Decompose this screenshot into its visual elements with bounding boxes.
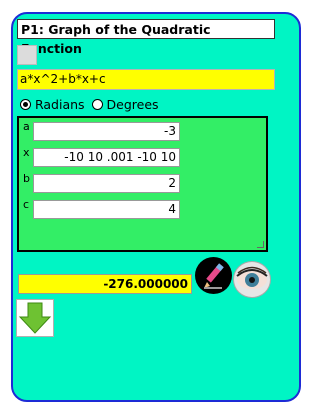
- down-button[interactable]: [16, 299, 54, 337]
- variable-name: b: [23, 172, 30, 185]
- angle-mode-group: Radians Degrees: [20, 97, 159, 112]
- variable-row-x: x -10 10 .001 -10 10: [19, 144, 266, 167]
- resize-grip[interactable]: [257, 241, 264, 248]
- eye-icon: [236, 266, 268, 289]
- variable-name: c: [23, 198, 30, 211]
- pen-button[interactable]: [195, 257, 232, 294]
- result-output: -276.000000: [18, 274, 192, 294]
- variable-row-c: c 4: [19, 196, 266, 219]
- radians-radio[interactable]: [20, 99, 31, 110]
- menu-button[interactable]: [17, 45, 37, 65]
- variable-row-b: b 2: [19, 170, 266, 193]
- variable-name: x: [23, 146, 30, 159]
- variable-value-input[interactable]: 4: [33, 200, 180, 219]
- pen-icon: [204, 263, 224, 289]
- degrees-radio[interactable]: [91, 99, 103, 110]
- variable-name: a: [23, 120, 30, 133]
- radians-label: Radians: [34, 97, 85, 112]
- variable-value-input[interactable]: -3: [33, 122, 180, 141]
- variable-value-input[interactable]: -10 10 .001 -10 10: [33, 148, 180, 167]
- variable-row-a: a -3: [19, 118, 266, 141]
- variables-panel: a -3 x -10 10 .001 -10 10 b 2 c 4: [17, 116, 268, 252]
- eye-button[interactable]: [233, 261, 271, 298]
- variable-value-input[interactable]: 2: [33, 174, 180, 193]
- down-arrow-icon: [18, 302, 52, 334]
- page-title: P1: Graph of the Quadratic Function: [17, 19, 275, 56]
- degrees-label: Degrees: [106, 97, 159, 112]
- formula-input[interactable]: a*x^2+b*x+c: [17, 69, 275, 90]
